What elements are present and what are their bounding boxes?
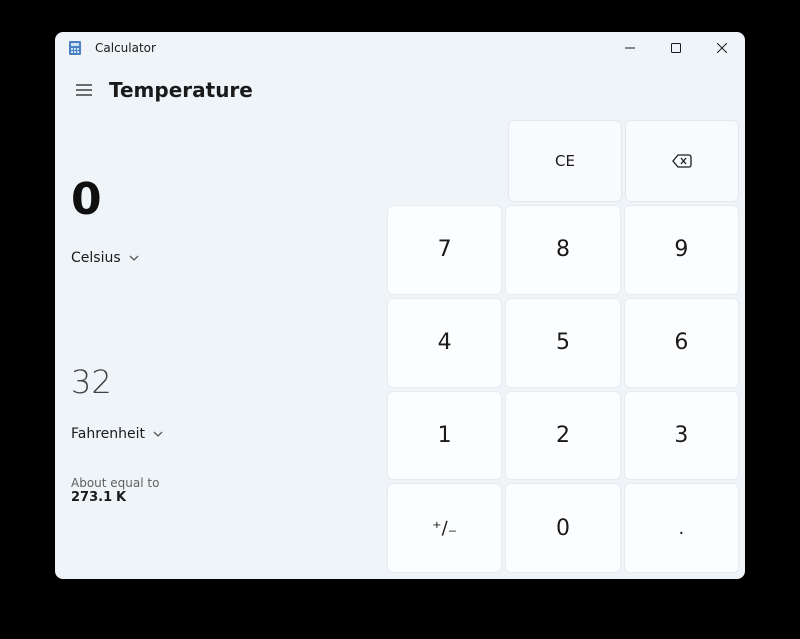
close-button[interactable] xyxy=(699,32,745,64)
header: Temperature xyxy=(55,64,745,120)
key-sign[interactable]: ⁺∕₋ xyxy=(387,483,502,573)
hamburger-icon xyxy=(76,84,92,96)
app-icon xyxy=(67,40,83,56)
window-controls xyxy=(607,32,745,64)
input-unit-label: Celsius xyxy=(71,250,121,266)
about-equal: About equal to 273.1 K xyxy=(71,476,385,505)
menu-button[interactable] xyxy=(65,72,103,108)
backspace-icon xyxy=(672,154,692,168)
key-decimal[interactable]: . xyxy=(624,483,739,573)
key-7[interactable]: 7 xyxy=(387,205,502,295)
conversion-panel: 0 Celsius 32 Fahrenheit About equal to 2… xyxy=(61,120,385,573)
about-unit: K xyxy=(116,490,126,505)
output-unit-select[interactable]: Fahrenheit xyxy=(71,422,163,446)
app-title: Calculator xyxy=(95,41,607,55)
key-4[interactable]: 4 xyxy=(387,298,502,388)
clear-entry-button[interactable]: CE xyxy=(508,120,622,202)
about-label: About equal to xyxy=(71,476,385,490)
chevron-down-icon xyxy=(129,255,139,261)
input-unit-select[interactable]: Celsius xyxy=(71,246,139,270)
key-2[interactable]: 2 xyxy=(505,391,620,481)
key-9[interactable]: 9 xyxy=(624,205,739,295)
key-3[interactable]: 3 xyxy=(624,391,739,481)
key-1[interactable]: 1 xyxy=(387,391,502,481)
title-bar: Calculator xyxy=(55,32,745,64)
key-0[interactable]: 0 xyxy=(505,483,620,573)
keypad: CE 7 8 9 4 5 6 1 2 3 ⁺∕₋ 0 xyxy=(387,120,739,573)
keypad-spacer xyxy=(387,120,505,202)
calculator-window: Calculator Temperature 0 Celsius xyxy=(55,32,745,579)
input-value[interactable]: 0 xyxy=(71,178,385,222)
chevron-down-icon xyxy=(153,431,163,437)
body: 0 Celsius 32 Fahrenheit About equal to 2… xyxy=(55,120,745,579)
mode-title: Temperature xyxy=(109,78,253,102)
keypad-grid: 7 8 9 4 5 6 1 2 3 ⁺∕₋ 0 . xyxy=(387,205,739,573)
key-6[interactable]: 6 xyxy=(624,298,739,388)
output-value[interactable]: 32 xyxy=(71,366,385,398)
about-value: 273.1 xyxy=(71,490,112,505)
minimize-button[interactable] xyxy=(607,32,653,64)
output-unit-label: Fahrenheit xyxy=(71,426,145,442)
backspace-button[interactable] xyxy=(625,120,739,202)
key-5[interactable]: 5 xyxy=(505,298,620,388)
keypad-top-row: CE xyxy=(387,120,739,202)
key-8[interactable]: 8 xyxy=(505,205,620,295)
maximize-button[interactable] xyxy=(653,32,699,64)
